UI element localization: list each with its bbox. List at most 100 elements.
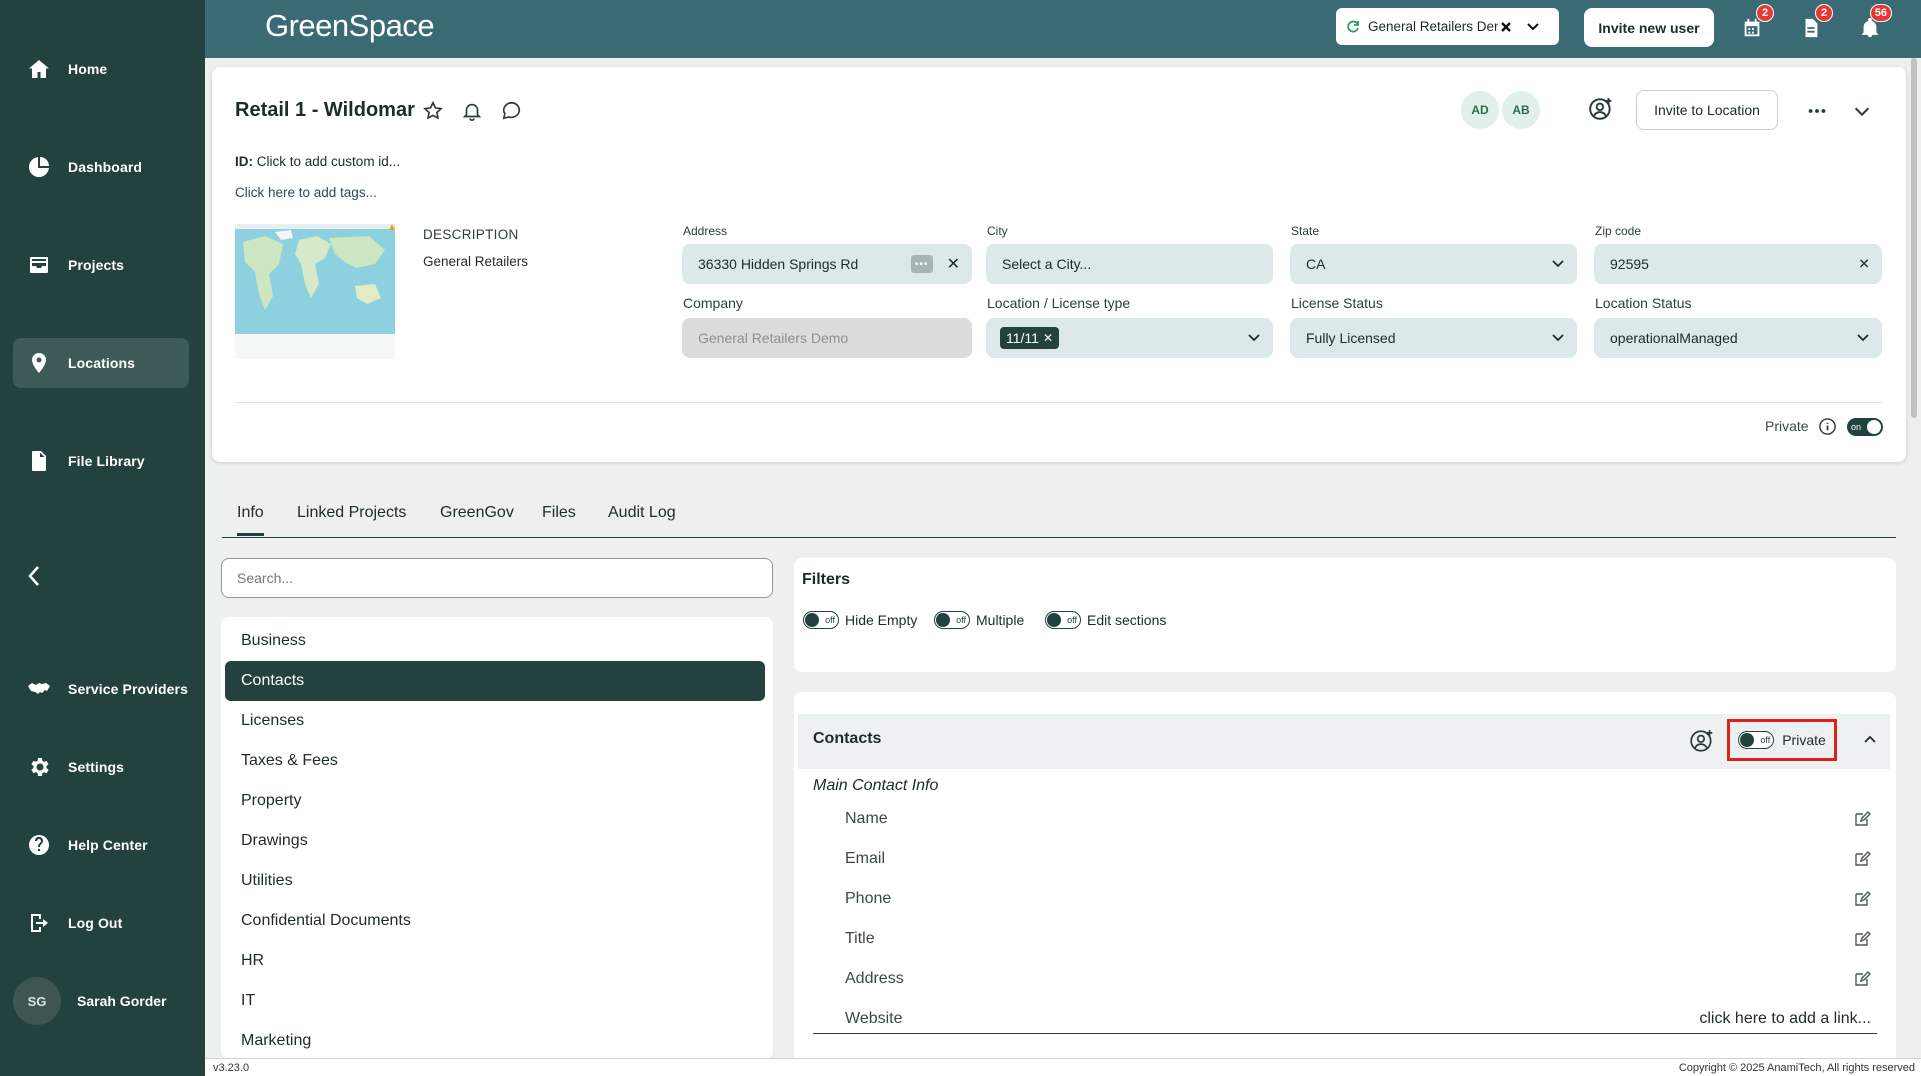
notifications-button[interactable]: 56 (1854, 4, 1892, 44)
section-item-business[interactable]: Business (225, 621, 765, 661)
edit-icon[interactable] (1853, 930, 1871, 948)
calendar-badge: 2 (1756, 4, 1774, 22)
tab-info[interactable]: Info (237, 504, 264, 536)
custom-id[interactable]: ID: Click to add custom id... (235, 154, 400, 169)
state-label: State (1291, 224, 1320, 238)
documents-button[interactable]: 2 (1795, 4, 1833, 44)
filter-label: Multiple (976, 612, 1025, 628)
more-icon[interactable]: ••• (910, 255, 933, 273)
user-profile[interactable]: SG Sarah Gorder (13, 977, 166, 1025)
location-status-select[interactable]: operationalManaged (1594, 318, 1882, 358)
filter-multiple[interactable]: off Multiple (934, 611, 1024, 629)
section-item-utilities[interactable]: Utilities (225, 861, 765, 901)
contacts-private-toggle[interactable]: off (1738, 731, 1775, 749)
location-private-toggle[interactable]: on (1847, 418, 1883, 436)
sidebar-item-log-out[interactable]: Log Out (13, 898, 189, 948)
sidebar-item-projects[interactable]: Projects (13, 240, 189, 290)
license-type-select[interactable]: 11/11 ✕ (986, 318, 1273, 358)
license-type-label: Location / License type (987, 295, 1131, 311)
tab-linked-projects[interactable]: Linked Projects (297, 504, 406, 533)
contacts-private-toggle-highlight[interactable]: off Private (1727, 719, 1837, 761)
sidebar-item-dashboard[interactable]: Dashboard (13, 142, 189, 192)
map-pin-icon (32, 353, 46, 373)
collapse-sidebar-button[interactable] (22, 562, 46, 590)
hide-empty-toggle[interactable]: off (803, 611, 839, 629)
contact-field-address: Address (845, 964, 1877, 994)
collapse-card-button[interactable] (1848, 97, 1876, 125)
license-status-select[interactable]: Fully Licensed (1290, 318, 1577, 358)
tab-files[interactable]: Files (542, 504, 576, 533)
sidebar-item-home[interactable]: Home (13, 44, 189, 94)
info-icon[interactable] (1818, 417, 1837, 436)
state-select[interactable]: CA (1290, 244, 1577, 284)
section-item-it[interactable]: IT (225, 981, 765, 1021)
edit-icon[interactable] (1853, 850, 1871, 868)
location-map-thumbnail[interactable] (235, 224, 395, 359)
comments-button[interactable] (498, 97, 526, 125)
sidebar-item-file-library[interactable]: File Library (13, 436, 189, 486)
edit-icon[interactable] (1853, 890, 1871, 908)
section-item-contacts[interactable]: Contacts (225, 661, 765, 701)
sidebar-item-service-providers[interactable]: Service Providers (13, 664, 189, 714)
chat-bubble-icon (502, 101, 521, 120)
add-user-button[interactable] (1587, 95, 1615, 123)
tab-greengov[interactable]: GreenGov (440, 504, 514, 533)
filter-label: Edit sections (1087, 612, 1167, 628)
contacts-header[interactable]: Contacts off Private (798, 714, 1890, 769)
city-select[interactable]: Select a City... (986, 244, 1273, 284)
invite-new-user-button[interactable]: Invite new user (1584, 8, 1714, 47)
zip-field[interactable]: 92595 ✕ (1594, 244, 1882, 284)
edit-icon[interactable] (1853, 810, 1871, 828)
add-website-link[interactable]: click here to add a link... (1699, 1010, 1871, 1028)
invite-to-location-button[interactable]: Invite to Location (1636, 90, 1778, 130)
handshake-icon (28, 683, 50, 694)
more-options-button[interactable] (1803, 97, 1831, 125)
section-item-hr[interactable]: HR (225, 941, 765, 981)
section-item-property[interactable]: Property (225, 781, 765, 821)
chevron-down-icon[interactable] (1526, 22, 1540, 32)
organization-name: General Retailers Demo (1368, 19, 1498, 34)
add-tags-link[interactable]: Click here to add tags... (235, 185, 377, 200)
search-input[interactable] (221, 558, 773, 598)
scrollbar-thumb[interactable] (1911, 58, 1917, 418)
calendar-button[interactable]: 2 (1736, 4, 1774, 44)
sidebar-item-help-center[interactable]: Help Center (13, 820, 189, 870)
scrollbar[interactable] (1911, 58, 1919, 1058)
sidebar-item-locations[interactable]: Locations (13, 338, 189, 388)
subscribe-button[interactable] (458, 97, 486, 125)
section-item-marketing[interactable]: Marketing (225, 1021, 765, 1059)
location-card: Retail 1 - Wildomar ID: Click to add cus… (212, 67, 1906, 462)
multiple-toggle[interactable]: off (934, 611, 970, 629)
chevron-up-icon[interactable] (1863, 734, 1877, 744)
toggle-knob (1740, 733, 1755, 747)
top-bar: GreenSpace General Retailers Demo Invite… (205, 0, 1921, 58)
close-icon[interactable]: ✕ (1858, 256, 1870, 273)
filter-hide-empty[interactable]: off Hide Empty (803, 611, 917, 629)
section-item-licenses[interactable]: Licenses (225, 701, 765, 741)
close-icon[interactable]: ✕ (947, 254, 960, 274)
organization-select[interactable]: General Retailers Demo (1336, 8, 1559, 45)
filter-edit-sections[interactable]: off Edit sections (1045, 611, 1166, 629)
section-item-taxes-fees[interactable]: Taxes & Fees (225, 741, 765, 781)
favorite-button[interactable] (419, 97, 447, 125)
clear-icon[interactable] (1500, 21, 1512, 33)
section-item-drawings[interactable]: Drawings (225, 821, 765, 861)
filters-panel: Filters off Hide Empty off Multiple off … (794, 558, 1896, 672)
custom-id-placeholder: Click to add custom id... (256, 154, 401, 169)
app-logo[interactable]: GreenSpace (265, 8, 435, 44)
avatar[interactable]: AB (1500, 89, 1542, 131)
address-field[interactable]: 36330 Hidden Springs Rd ••• ✕ (682, 244, 972, 284)
avatar[interactable]: AD (1459, 89, 1501, 131)
add-contact-icon[interactable] (1689, 728, 1715, 754)
description-value[interactable]: General Retailers (423, 254, 528, 269)
chevron-down-icon (1248, 334, 1260, 342)
chevron-down-icon (1552, 334, 1564, 342)
section-item-confidential-documents[interactable]: Confidential Documents (225, 901, 765, 941)
close-icon[interactable]: ✕ (1043, 331, 1053, 345)
tab-audit-log[interactable]: Audit Log (608, 504, 676, 533)
filter-label: Hide Empty (845, 612, 918, 628)
license-type-chip[interactable]: 11/11 ✕ (1000, 327, 1060, 349)
edit-sections-toggle[interactable]: off (1045, 611, 1081, 629)
sidebar-item-settings[interactable]: Settings (13, 742, 189, 792)
edit-icon[interactable] (1853, 970, 1871, 988)
